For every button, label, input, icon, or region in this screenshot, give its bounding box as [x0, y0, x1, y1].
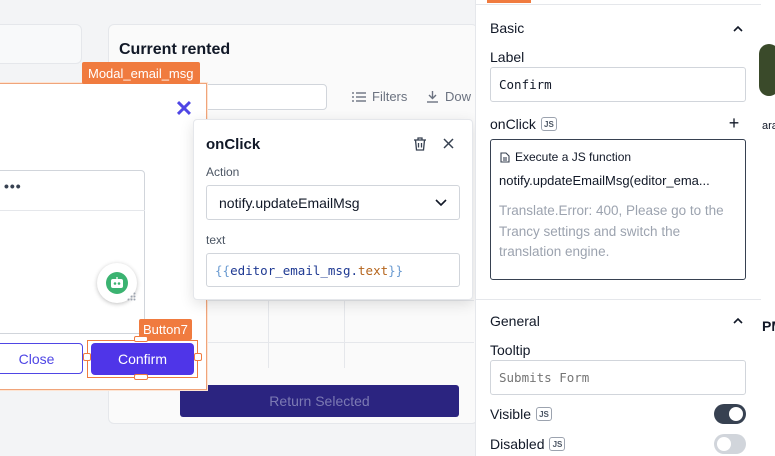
- action-error-text: Translate.Error: 400, Please go to the T…: [499, 203, 724, 259]
- js-toggle-badge[interactable]: JS: [536, 407, 552, 421]
- confirm-button[interactable]: Confirm: [91, 343, 194, 375]
- binding-object: editor_email_msg: [230, 262, 351, 278]
- chevron-down-icon: [435, 198, 447, 206]
- rich-text-editor[interactable]: [0, 170, 145, 334]
- js-toggle-badge[interactable]: JS: [549, 437, 566, 451]
- text-binding-input[interactable]: {{editor_email_msg. text}}: [206, 253, 460, 287]
- chevron-up-icon[interactable]: [732, 23, 744, 35]
- js-toggle-badge[interactable]: JS: [540, 117, 557, 131]
- return-selected-button[interactable]: Return Selected: [180, 385, 459, 417]
- active-tab-indicator: [487, 0, 531, 3]
- editor-toolbar-divider: [0, 210, 145, 211]
- resize-handle-left[interactable]: [83, 353, 91, 361]
- section-divider: [475, 299, 761, 300]
- avatar: [759, 44, 775, 96]
- close-button[interactable]: Close: [0, 343, 83, 374]
- table-title: Current rented: [119, 41, 231, 58]
- text-label: text: [206, 233, 226, 247]
- table-row: [180, 300, 474, 326]
- tooltip-field-label: Tooltip: [490, 342, 531, 358]
- resize-grip-icon[interactable]: [127, 292, 136, 301]
- resize-handle-right[interactable]: [194, 353, 202, 361]
- trash-icon[interactable]: [412, 136, 428, 152]
- toggle-knob: [729, 407, 743, 421]
- action-select-value: notify.updateEmailMsg: [219, 194, 360, 211]
- popover-title: onClick: [206, 136, 261, 153]
- onclick-field-label: onClick JS: [490, 116, 557, 132]
- onclick-label-text: onClick: [490, 116, 536, 132]
- section-title-general[interactable]: General: [490, 313, 540, 329]
- peek-text: ara: [762, 120, 775, 132]
- binding-open: {{: [215, 262, 231, 278]
- filters-icon: [352, 91, 366, 102]
- table-divider: [344, 300, 345, 368]
- popover-close-icon[interactable]: [440, 135, 456, 151]
- chevron-up-icon[interactable]: [732, 315, 744, 327]
- panel-divider: [475, 4, 761, 5]
- modal-close-icon[interactable]: ✕: [174, 98, 194, 120]
- background-card: [0, 24, 82, 64]
- action-type: Execute a JS function: [500, 150, 631, 164]
- download-label: Dow: [445, 89, 472, 104]
- disabled-label-text: Disabled: [490, 436, 545, 452]
- visible-label-text: Visible: [490, 406, 531, 422]
- disabled-field-label: Disabled JS: [490, 436, 566, 452]
- resize-handle-bottom[interactable]: [134, 374, 148, 380]
- download-icon: [427, 91, 438, 103]
- visible-toggle[interactable]: [714, 404, 746, 424]
- tooltip-input[interactable]: [490, 360, 746, 395]
- binding-close: }}: [388, 262, 404, 278]
- filters-button[interactable]: Filters: [352, 89, 407, 104]
- add-action-button[interactable]: +: [727, 113, 741, 133]
- filters-label: Filters: [372, 89, 408, 104]
- binding-dot: .: [350, 262, 359, 278]
- download-button[interactable]: Dow: [426, 89, 471, 104]
- action-type-text: Execute a JS function: [515, 150, 632, 164]
- visible-field-label: Visible JS: [490, 406, 552, 422]
- label-field-label: Label: [490, 49, 525, 65]
- toggle-knob: [717, 437, 731, 451]
- label-input[interactable]: Confirm: [490, 67, 746, 102]
- code-file-icon: [500, 151, 510, 163]
- resize-handle-top[interactable]: [134, 336, 148, 342]
- action-function: notify.updateEmailMsg(editor_ema...: [499, 173, 710, 188]
- robot-icon: [106, 272, 128, 294]
- more-options-icon[interactable]: •••: [4, 178, 22, 194]
- section-title-basic[interactable]: Basic: [490, 20, 524, 36]
- action-label: Action: [206, 165, 240, 179]
- table-divider: [268, 300, 269, 368]
- peek-text: PM: [762, 318, 775, 334]
- disabled-toggle[interactable]: [714, 434, 746, 454]
- table-row: [180, 342, 474, 368]
- modal-name-tag[interactable]: Modal_email_msg: [82, 62, 200, 84]
- action-select[interactable]: notify.updateEmailMsg: [206, 185, 460, 220]
- binding-property: text: [358, 262, 389, 278]
